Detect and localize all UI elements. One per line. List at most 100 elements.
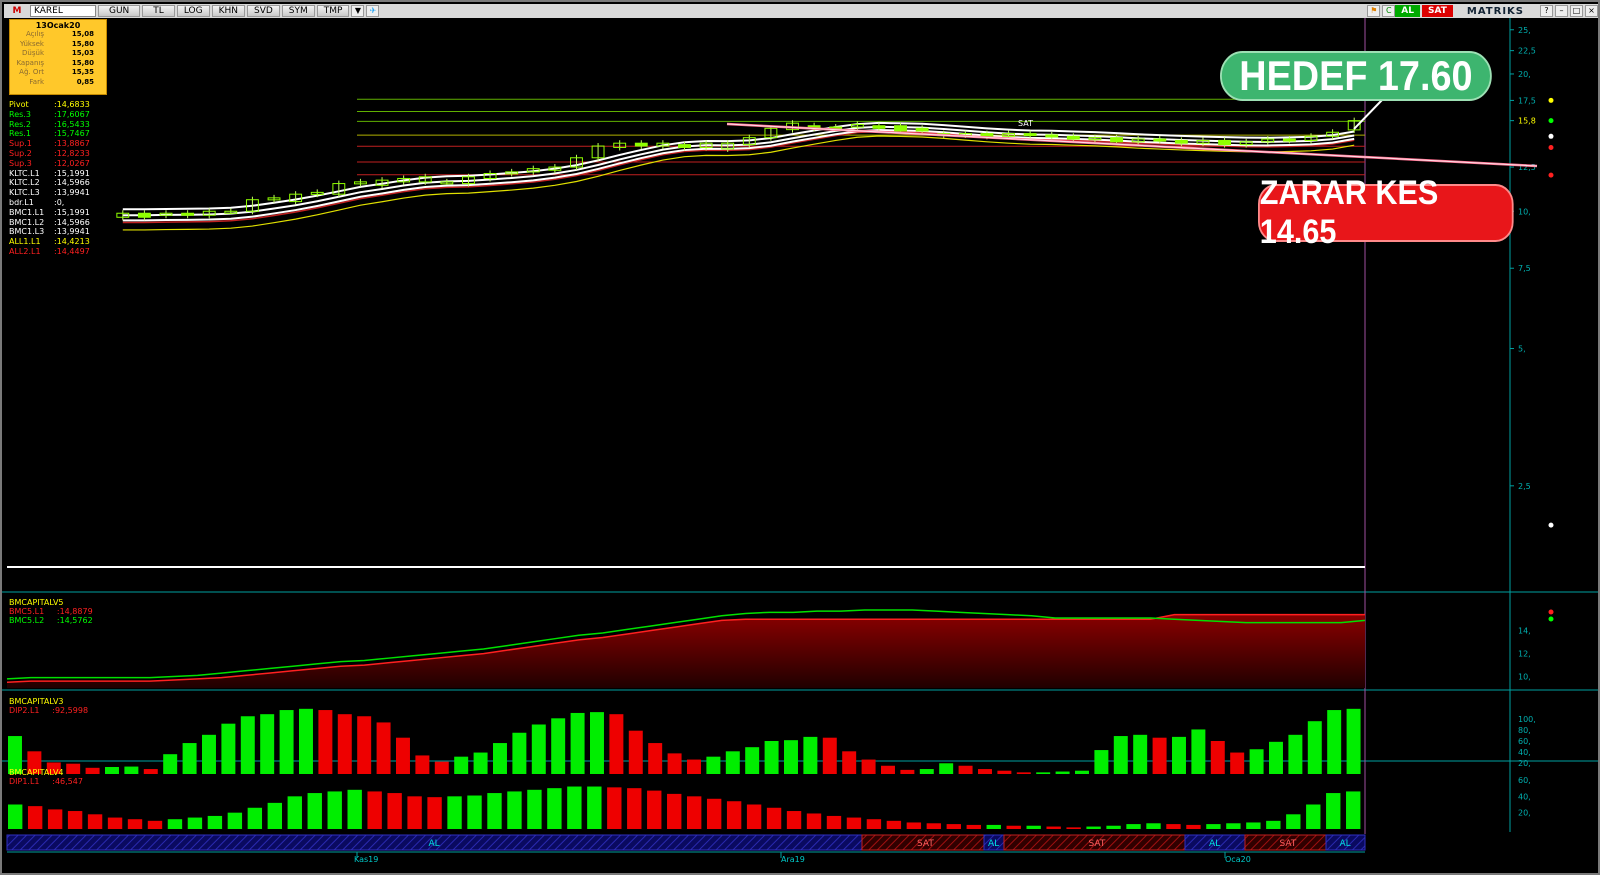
indicator-row: Sup.2:12,8233 — [9, 149, 90, 159]
v4-bar — [746, 804, 762, 829]
panel2-line2: BMC5.L2 :14,5762 — [9, 616, 93, 625]
axis-marker — [1548, 97, 1554, 103]
info-row-avg: Ağ. Ort 15,35 — [10, 68, 106, 78]
v3-bar — [570, 712, 585, 774]
v4-bar — [8, 804, 23, 829]
axis-tick-label: 5, — [1518, 345, 1526, 354]
v4-bar — [187, 817, 203, 829]
info-label: Ağ. Ort — [19, 68, 44, 77]
v4-bar — [167, 819, 183, 829]
v3-bar — [493, 743, 507, 774]
indicator-value: :13,9941 — [54, 188, 90, 198]
v3-bar — [784, 740, 798, 774]
v4-bar — [1006, 825, 1021, 829]
panel4-line: DIP1.L1 :46,547 — [9, 777, 83, 786]
v3-bar — [764, 741, 779, 774]
v3-bar — [202, 734, 216, 774]
chart-canvas[interactable]: 25,22,520,17,515,812,510,7,55,2,514,12,1… — [2, 2, 1598, 873]
v3-bar — [978, 769, 992, 774]
v4-bar — [866, 819, 882, 829]
candle — [894, 125, 907, 132]
panel2-axis-label: 12, — [1518, 650, 1531, 659]
v4-bar — [726, 801, 742, 829]
candle — [678, 144, 691, 148]
v4-bar — [1046, 826, 1061, 829]
v3-bar — [648, 743, 663, 774]
v4-bar — [906, 822, 922, 829]
indicator-row: BMC1.L1:15,1991 — [9, 208, 90, 218]
indicator-row: ALL1.L1:14,4213 — [9, 237, 90, 247]
v3-bar — [1036, 772, 1051, 774]
v3-bar — [299, 708, 313, 774]
v3-bar — [1016, 772, 1031, 774]
v4-bar — [207, 815, 223, 829]
v3-bar — [958, 765, 973, 774]
panel2-axis-label: 10, — [1518, 673, 1531, 682]
signal-label: AL — [1209, 839, 1220, 849]
v3-bar — [396, 737, 410, 774]
v4-bar — [1066, 827, 1081, 829]
v3-bar — [1327, 710, 1342, 774]
axis-tick-label: 2,5 — [1518, 482, 1531, 491]
v3-bar — [919, 769, 934, 774]
signal-label: SAT — [1089, 839, 1106, 849]
panel4-title: BMCAPITALV4 — [9, 768, 64, 777]
info-row-close: Kapanış 15,80 — [10, 59, 106, 69]
indicator-value: :14,4213 — [54, 237, 90, 247]
v3-bar — [143, 769, 158, 774]
v4-bar — [766, 807, 782, 829]
v3-bar — [182, 743, 197, 774]
panel3-title: BMCAPITALV3 — [9, 697, 64, 706]
v3-bar — [318, 710, 333, 774]
indicator-value: :0, — [54, 197, 65, 207]
info-value: 15,08 — [71, 30, 94, 38]
v4-bar — [367, 791, 382, 829]
v4-bar — [287, 796, 302, 829]
candle — [1218, 139, 1232, 146]
v3-bar — [415, 755, 430, 774]
v3-bar — [900, 769, 915, 774]
indicator-value: :17,6067 — [54, 109, 90, 119]
axis-marker — [1548, 609, 1554, 615]
v4-bar — [1126, 824, 1141, 829]
line-value: :92,5998 — [52, 706, 89, 715]
v4-bar — [966, 824, 981, 829]
indicator-value: :14,5966 — [54, 178, 90, 188]
v4-bar — [267, 802, 282, 829]
panel2-line1: BMC5.L1 :14,8879 — [9, 607, 93, 616]
signal-label: AL — [988, 839, 999, 849]
v3-bar — [1210, 741, 1225, 774]
indicator-name: BMC1.L1 — [9, 207, 45, 217]
indicator-row: KLTC.L3:13,9941 — [9, 188, 90, 198]
v4-bar — [1106, 825, 1121, 829]
signal-label: AL — [1340, 839, 1351, 849]
v3-bar — [260, 714, 275, 774]
kltc-l1-line — [122, 121, 1355, 211]
info-row-high: Yüksek 15,80 — [10, 40, 106, 50]
v3-bar — [1230, 752, 1245, 774]
v3-bar — [163, 754, 178, 774]
axis-tick-label: 22,5 — [1518, 47, 1536, 56]
info-label: Kapanış — [16, 58, 44, 67]
v3-bar — [687, 759, 701, 774]
line-value: :14,5762 — [56, 616, 93, 625]
v3-bar — [706, 756, 721, 774]
indicator-row: KLTC.L2:14,5966 — [9, 178, 90, 188]
indicator-name: Sup.1 — [9, 139, 32, 149]
v4-bar — [447, 796, 462, 829]
panel2-axis-label: 14, — [1518, 627, 1531, 636]
stop-loss-callout: ZARAR KES 14.65 — [1258, 174, 1514, 251]
candle — [1110, 137, 1124, 143]
v4-bar — [1086, 826, 1101, 829]
panel3-axis-label: 100, — [1518, 715, 1536, 724]
target-callout: HEDEF 17.60 — [1220, 51, 1492, 101]
indicator-value: :15,7467 — [54, 129, 90, 139]
v4-bar — [407, 796, 422, 829]
v4-bar — [47, 809, 63, 829]
panel2-title: BMCAPITALV5 — [9, 598, 64, 607]
signal-label: SAT — [917, 839, 934, 849]
info-label: Düşük — [22, 49, 44, 58]
line-value: :46,547 — [52, 777, 83, 786]
v3-bar — [221, 723, 236, 774]
v3-bar — [1133, 734, 1148, 774]
